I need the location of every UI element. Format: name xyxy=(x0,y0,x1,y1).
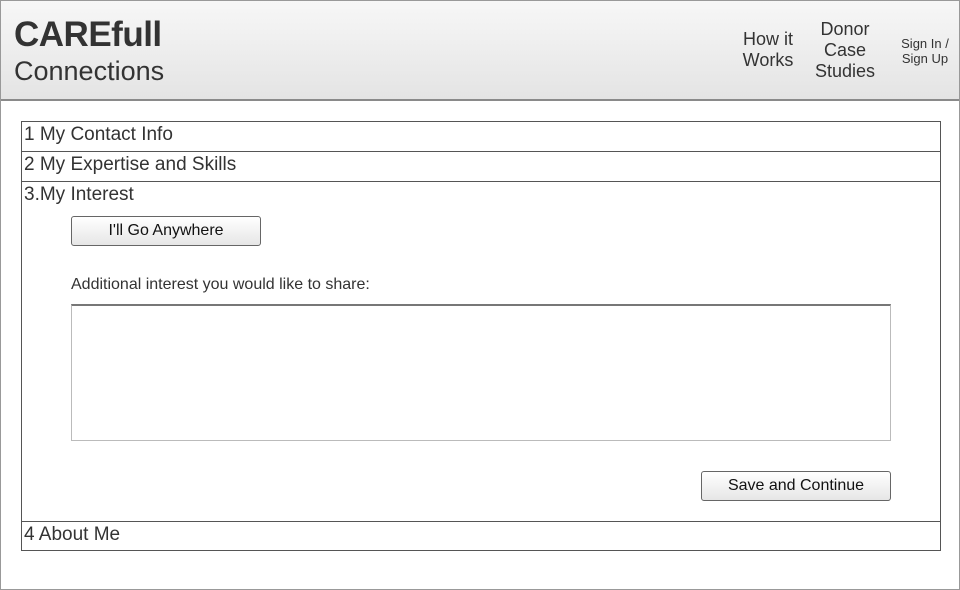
section-expertise-header[interactable]: 2 My Expertise and Skills xyxy=(22,152,940,178)
nav-how-it-works-line2: Works xyxy=(742,50,794,70)
app-frame: CAREfull Connections How it Works Donor … xyxy=(0,0,960,590)
nav-donor-line2: Case xyxy=(823,40,867,60)
nav-donor-line3: Studies xyxy=(814,61,876,81)
nav-donor-case-studies[interactable]: Donor Case Studies xyxy=(807,19,883,82)
section-expertise: 2 My Expertise and Skills xyxy=(21,151,941,182)
save-and-continue-button[interactable]: Save and Continue xyxy=(701,471,891,501)
section-contact-info-header[interactable]: 1 My Contact Info xyxy=(22,122,940,148)
section-interest-header[interactable]: 3.My Interest xyxy=(22,182,940,208)
site-header: CAREfull Connections How it Works Donor … xyxy=(1,1,959,101)
section-about-me: 4 About Me xyxy=(21,521,941,551)
share-interest-label: Additional interest you would like to sh… xyxy=(71,276,370,293)
logo-title: CAREfull xyxy=(14,15,162,54)
logo-subtitle: Connections xyxy=(14,56,165,86)
nav-donor-line1: Donor xyxy=(820,19,870,39)
section-interest: 3.My Interest I'll Go Anywhere Additiona… xyxy=(21,181,941,522)
share-interest-textarea[interactable] xyxy=(71,304,891,441)
go-anywhere-button[interactable]: I'll Go Anywhere xyxy=(71,216,261,246)
nav-sign-in-line1: Sign In / xyxy=(901,36,949,51)
nav-how-it-works-line1: How it xyxy=(742,29,793,49)
nav-how-it-works[interactable]: How it Works xyxy=(736,29,800,71)
section-contact-info: 1 My Contact Info xyxy=(21,121,941,152)
section-about-me-header[interactable]: 4 About Me xyxy=(22,522,940,548)
nav-sign-in[interactable]: Sign In / Sign Up xyxy=(894,36,956,66)
nav-sign-in-line2: Sign Up xyxy=(901,51,949,66)
